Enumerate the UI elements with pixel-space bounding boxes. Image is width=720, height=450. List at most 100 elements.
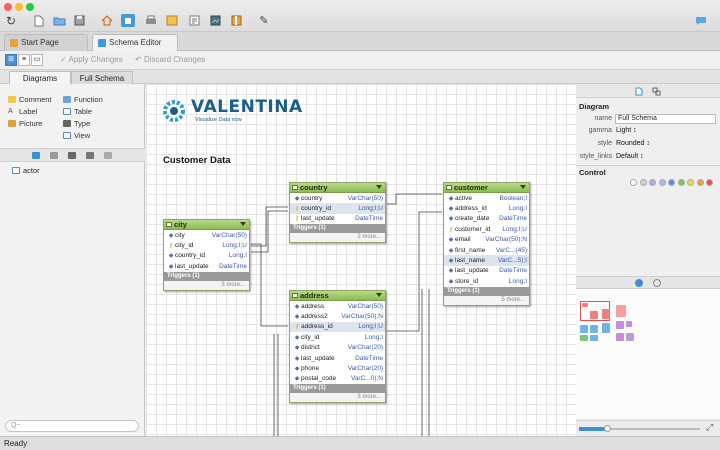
field-row[interactable]: ◆ city_id Long;I [290,332,385,342]
triggers-section[interactable]: Triggers (1) [164,271,249,281]
apply-changes-button[interactable]: ✓ Apply Changes [60,55,123,64]
field-row[interactable]: ⚷ address_id Long;I;U [290,321,385,333]
color-swatch[interactable] [706,179,713,186]
tab-full-schema[interactable]: Full Schema [71,71,133,84]
collapse-icon[interactable] [376,185,382,189]
entity-header[interactable]: country [290,183,385,193]
discard-changes-button[interactable]: ↶ Discard Changes [135,55,205,64]
palette-picture[interactable]: Picture [8,119,42,128]
field-row[interactable]: ◆ country VarChar(50) [290,193,385,203]
color-swatch[interactable] [677,179,685,186]
gamma-select[interactable]: Light ↕ [616,127,637,134]
view-mode-split-button[interactable]: ▭ [31,54,43,66]
entity-header[interactable]: customer [444,183,529,193]
open-folder-icon[interactable] [52,14,66,27]
field-row[interactable]: ◆ last_update DateTime [290,353,385,363]
entity-city[interactable]: city ◆ city VarChar(50) ⚷ city_id Long;I;U ◆… [163,219,250,291]
collapse-icon[interactable] [520,185,526,189]
tab-start-page[interactable]: Start Page [4,34,88,51]
entity-customer[interactable]: customer ◆ active Boolean;I ◆ address_id Lon… [443,182,530,306]
field-row[interactable]: ◆ district VarChar(20) [290,343,385,353]
field-row[interactable]: ◆ postal_code VarC...0);N [290,374,385,384]
field-row[interactable]: ◆ address2 VarChar(50);N [290,311,385,321]
triggers-section[interactable]: Triggers (1) [290,224,385,234]
layers-icon[interactable] [652,87,661,96]
zoom-slider-thumb[interactable] [604,425,611,432]
entity-address[interactable]: address ◆ address VarChar(50) ◆ address2 Var… [289,290,386,404]
sql-icon[interactable] [187,14,201,27]
field-row[interactable]: ◆ country_id Long;I [164,251,249,261]
field-row[interactable]: ⚷ country_id Long;I;U [290,203,385,214]
more-fields-link[interactable]: 2 more... [290,233,385,243]
fit-to-window-icon[interactable]: ⤢ [706,422,713,433]
functions-filter-icon[interactable] [104,152,112,159]
color-swatch[interactable] [668,179,675,186]
field-row[interactable]: ◆ store_id Long;I [444,276,529,286]
field-row[interactable]: ◆ phone VarChar(20) [290,363,385,373]
links-filter-icon[interactable] [50,152,58,159]
color-swatch[interactable] [639,179,647,186]
chat-icon[interactable] [694,14,708,27]
close-window-button[interactable] [4,3,12,11]
palette-type[interactable]: Type [63,119,90,128]
color-swatch[interactable] [649,179,656,186]
image-icon[interactable] [165,14,179,27]
field-row[interactable]: ◆ last_update DateTime [164,261,249,271]
object-search-input[interactable]: Q~ [5,420,139,432]
zoom-reset-icon[interactable] [653,279,661,287]
field-row[interactable]: ◆ city VarChar(50) [164,230,249,240]
entity-header[interactable]: city [164,220,249,230]
navigator-icon[interactable] [635,279,643,287]
field-row[interactable]: ◆ first_name VarC...(45) [444,245,529,255]
tab-schema-editor[interactable]: Schema Editor [92,34,178,51]
new-document-icon[interactable] [32,14,46,27]
palette-function[interactable]: Function [63,95,103,104]
field-row[interactable]: ◆ last_name VarC...5);I [444,255,529,266]
more-fields-link[interactable]: 3 more... [164,280,249,290]
triggers-section[interactable]: Triggers (1) [444,286,529,296]
triggers-section[interactable]: Triggers (1) [290,384,385,394]
report-icon[interactable] [208,14,222,27]
zoom-slider-track[interactable] [579,425,700,432]
tab-diagrams[interactable]: Diagrams [9,71,71,84]
style-select[interactable]: Rounded ↕ [616,140,650,147]
color-swatch[interactable] [696,179,704,186]
style-links-select[interactable]: Default ↕ [616,153,644,160]
color-swatch[interactable] [630,179,637,186]
field-row[interactable]: ⚷ customer_id Long;I;U [444,224,529,234]
field-row[interactable]: ◆ email VarChar(50);N [444,235,529,245]
refresh-icon[interactable]: ↻ [4,14,18,28]
field-row[interactable]: ◆ address_id Long;I [444,203,529,213]
view-mode-diagram-button[interactable]: ⊞ [5,54,17,66]
color-swatch[interactable] [687,179,694,186]
minimize-window-button[interactable] [15,3,23,11]
field-row[interactable]: ◆ create_date DateTime [444,214,529,224]
field-row[interactable]: ◆ last_update DateTime [444,266,529,276]
palette-label[interactable]: A Label [8,107,37,116]
name-field[interactable]: Full Schema [615,114,716,124]
zoom-window-button[interactable] [26,3,34,11]
collapse-icon[interactable] [240,222,246,226]
form-icon[interactable] [229,14,243,27]
schema-icon[interactable] [121,14,135,27]
view-mode-list-button[interactable]: ≡ [18,54,30,66]
field-row[interactable]: ◆ active Boolean;I [444,193,529,203]
tables-filter-icon[interactable] [32,152,40,159]
diagram-minimap[interactable] [576,289,720,419]
palette-comment[interactable]: Comment [8,95,52,104]
home-icon[interactable] [100,14,114,27]
entity-country[interactable]: country ◆ country VarChar(50) ⚷ country_id L… [289,182,386,244]
palette-table[interactable]: Table [63,107,92,116]
wand-icon[interactable]: ✎ [257,14,271,27]
field-row[interactable]: ◆ address VarChar(50) [290,301,385,311]
print-icon[interactable] [144,14,158,27]
palette-view[interactable]: View [63,131,90,140]
color-swatch[interactable] [658,179,666,186]
collapse-icon[interactable] [376,293,382,297]
more-fields-link[interactable]: 3 more... [290,393,385,403]
field-row[interactable]: ⚷ city_id Long;I;U [164,240,249,250]
entity-header[interactable]: address [290,291,385,301]
more-fields-link[interactable]: 5 more... [444,295,529,305]
diagram-canvas[interactable]: VALENTINA Visualize Data now Customer Da… [146,84,576,436]
types-filter-icon[interactable] [86,152,94,159]
